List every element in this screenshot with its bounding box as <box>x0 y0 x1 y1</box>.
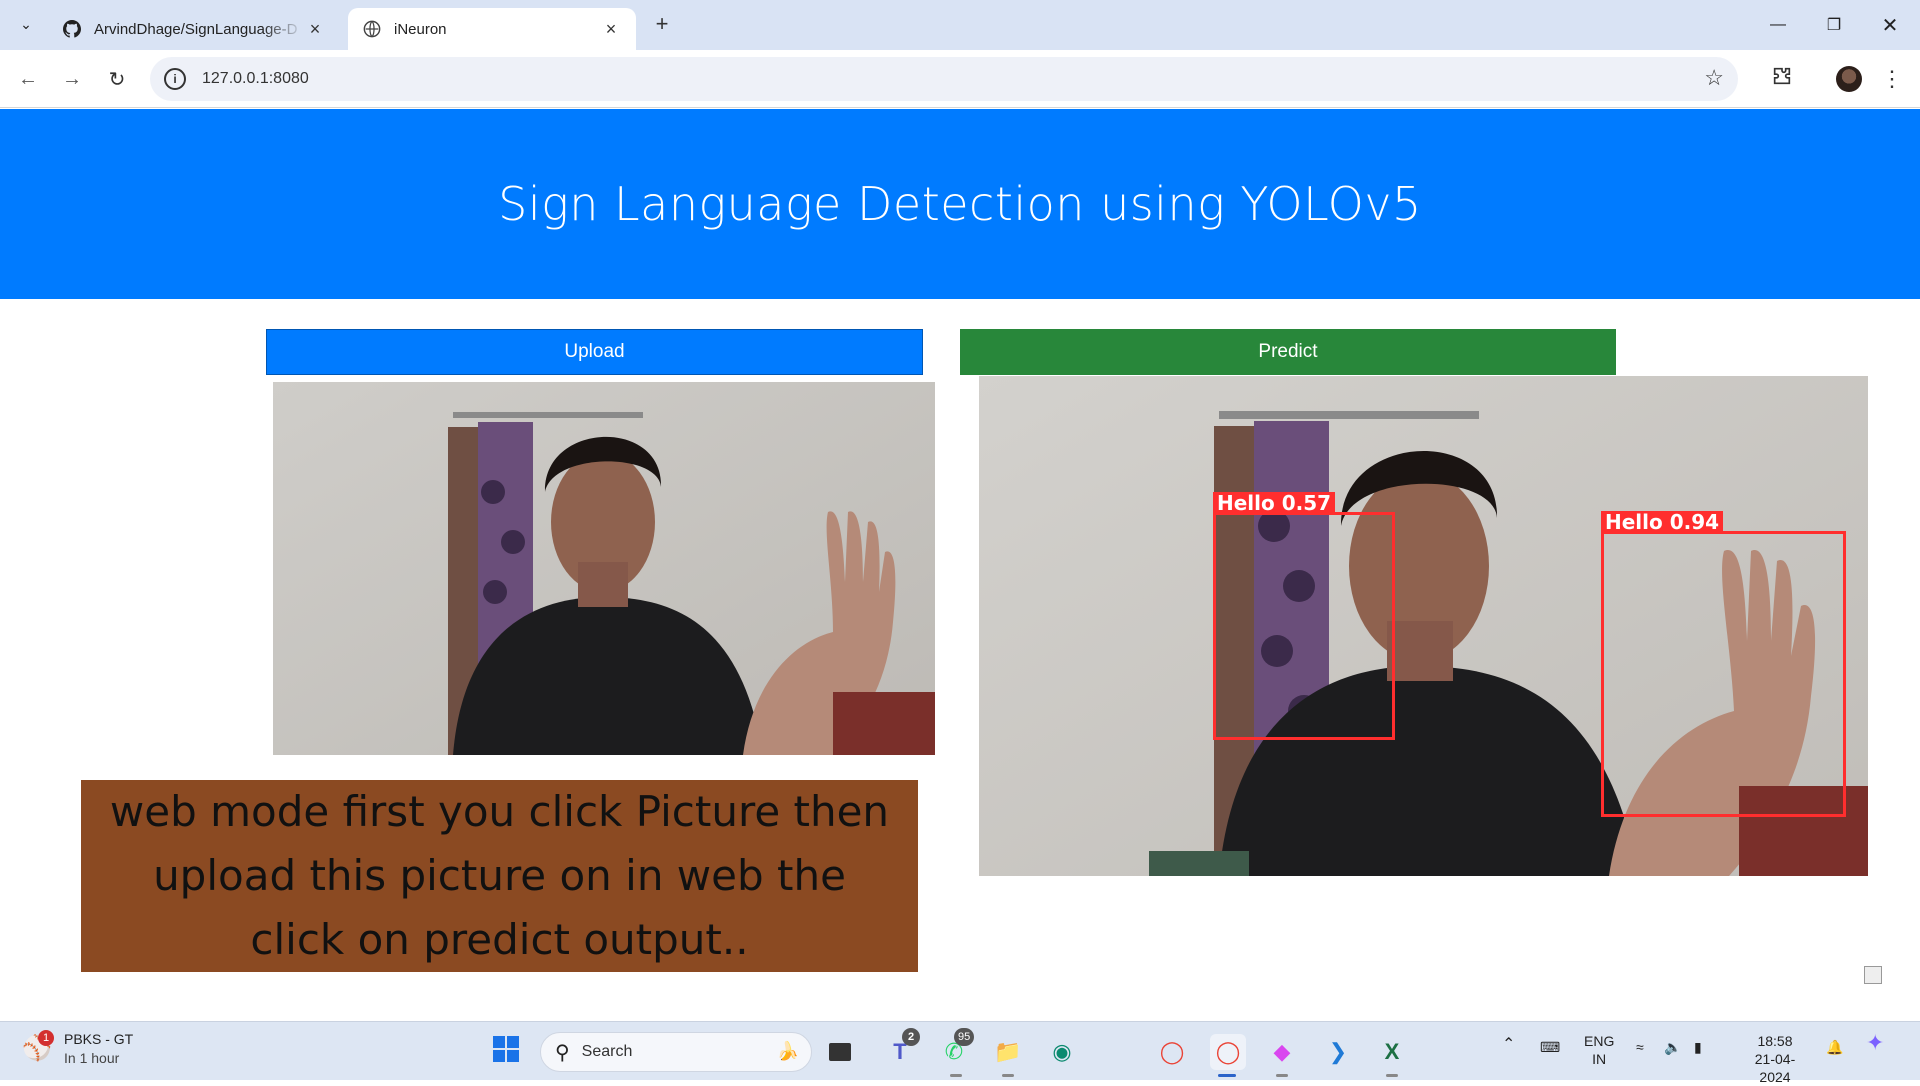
close-window-button[interactable]: ✕ <box>1862 0 1918 50</box>
detection-label: Hello 0.57 <box>1213 492 1336 514</box>
tab-search-dropdown-button[interactable]: ⌄ <box>12 10 40 38</box>
browser-menu-button[interactable]: ⋮ <box>1876 63 1908 95</box>
search-highlight-icon: 🍌 <box>776 1041 799 1061</box>
running-indicator <box>950 1074 962 1077</box>
excel-button[interactable]: X <box>1374 1034 1410 1070</box>
page-header: Sign Language Detection using YOLOv5 <box>0 109 1920 299</box>
app-button[interactable]: ◆ <box>1264 1034 1300 1070</box>
region-code: IN <box>1592 1051 1607 1067</box>
edge-icon: ◉ <box>1052 1039 1072 1064</box>
browser-toolbar: ← → ↻ i 127.0.0.1:8080 ☆ ⋮ <box>0 50 1920 108</box>
task-view-icon <box>829 1043 851 1061</box>
diamond-app-icon: ◆ <box>1273 1039 1291 1064</box>
minimize-button[interactable]: — <box>1750 0 1806 50</box>
tab-ineuron[interactable]: iNeuron × <box>348 8 636 50</box>
widget-title: PBKS - GT <box>64 1031 134 1047</box>
profile-avatar[interactable] <box>1836 66 1862 92</box>
windows-icon <box>492 1035 520 1069</box>
address-bar[interactable]: i 127.0.0.1:8080 ☆ <box>150 57 1738 101</box>
reload-icon: ↻ <box>108 68 126 91</box>
excel-icon: X <box>1384 1039 1400 1064</box>
file-explorer-button[interactable]: 📁 <box>990 1034 1026 1070</box>
github-icon <box>62 19 82 39</box>
plus-icon: + <box>655 11 669 36</box>
language-code: ENG <box>1584 1033 1615 1049</box>
page-title: Sign Language Detection using YOLOv5 <box>498 177 1422 231</box>
arrow-right-icon: → <box>62 67 82 90</box>
tab-strip: ⌄ ArvindDhage/SignLanguage-D × iNeuron ×… <box>0 0 1920 50</box>
restore-icon: ❐ <box>1826 17 1842 34</box>
language-indicator[interactable]: ENG IN <box>1584 1032 1614 1068</box>
cricket-icon: ⚾ 1 <box>22 1030 54 1064</box>
globe-icon <box>362 19 382 39</box>
folder-icon: 📁 <box>994 1039 1022 1064</box>
arrow-left-icon: ← <box>18 67 38 90</box>
url-text[interactable]: 127.0.0.1:8080 <box>202 70 309 88</box>
extensions-button[interactable] <box>1766 63 1798 95</box>
upload-button[interactable]: Upload <box>266 329 923 375</box>
running-indicator <box>1386 1074 1398 1077</box>
copilot-icon[interactable]: ✦ <box>1866 1032 1884 1054</box>
close-tab-icon[interactable]: × <box>304 18 326 40</box>
new-tab-button[interactable]: + <box>648 10 676 38</box>
whatsapp-button[interactable]: ✆ 95 <box>936 1028 975 1070</box>
detection-box <box>1213 512 1395 740</box>
detection-box <box>1601 531 1846 817</box>
active-app-indicator <box>1218 1074 1236 1077</box>
back-button[interactable]: ← <box>12 63 44 95</box>
widget-subtitle: In 1 hour <box>64 1050 120 1066</box>
close-icon: ✕ <box>1881 14 1899 37</box>
battery-icon[interactable]: ▮ <box>1694 1038 1702 1056</box>
keyboard-icon[interactable]: ⌨ <box>1540 1038 1560 1056</box>
notification-badge: 1 <box>38 1030 54 1046</box>
weather-widget[interactable]: ⚾ 1 PBKS - GT In 1 hour <box>22 1030 133 1068</box>
puzzle-icon <box>1771 65 1793 93</box>
more-vertical-icon: ⋮ <box>1881 66 1903 91</box>
chrome-button[interactable]: ◯ <box>1154 1034 1190 1070</box>
minimize-icon: — <box>1770 16 1786 33</box>
chevron-down-icon: ⌄ <box>20 15 32 32</box>
show-hidden-icons-button[interactable]: ⌃ <box>1502 1036 1515 1054</box>
running-indicator <box>1276 1074 1288 1077</box>
chrome-profile-button[interactable]: ◯ <box>1210 1034 1246 1070</box>
volume-icon[interactable]: 🔈 <box>1664 1038 1681 1056</box>
restore-button[interactable]: ❐ <box>1806 0 1862 50</box>
bookmark-star-icon[interactable]: ☆ <box>1704 67 1724 89</box>
whatsapp-badge: 95 <box>954 1028 975 1046</box>
notification-bell-icon[interactable]: 🔔 <box>1826 1038 1843 1056</box>
chrome-icon: ◯ <box>1215 1039 1241 1064</box>
teams-button[interactable]: T 2 <box>882 1028 920 1070</box>
search-label: Search <box>581 1043 633 1060</box>
uploaded-image <box>273 382 935 755</box>
forward-button[interactable]: → <box>56 63 88 95</box>
clock-date: 21-04-2024 <box>1754 1051 1796 1085</box>
edge-button[interactable]: ◉ <box>1044 1034 1080 1070</box>
clock[interactable]: 18:58 21-04-2024 <box>1744 1032 1806 1086</box>
search-icon: ⚲ <box>555 1041 570 1064</box>
reload-button[interactable]: ↻ <box>101 63 133 95</box>
clock-time: 18:58 <box>1757 1033 1793 1049</box>
chevron-up-icon: ⌃ <box>1502 1036 1516 1053</box>
broken-image-icon <box>1864 966 1882 984</box>
tab-title: iNeuron <box>394 20 447 38</box>
instruction-note: web mode first you click Picture then up… <box>81 780 918 972</box>
site-info-icon[interactable]: i <box>164 68 186 90</box>
running-indicator <box>1002 1074 1014 1077</box>
vscode-icon: ❯ <box>1328 1039 1348 1064</box>
start-button[interactable] <box>488 1034 524 1070</box>
tab-github[interactable]: ArvindDhage/SignLanguage-D × <box>48 8 340 50</box>
task-view-button[interactable] <box>822 1034 858 1070</box>
chrome-icon: ◯ <box>1159 1039 1185 1064</box>
predict-button[interactable]: Predict <box>960 329 1616 375</box>
teams-badge: 2 <box>902 1028 920 1046</box>
taskbar: ⚾ 1 PBKS - GT In 1 hour ⚲ Search 🍌 T 2 ✆… <box>0 1021 1920 1085</box>
prediction-image: Hello 0.57 Hello 0.94 <box>979 376 1868 876</box>
vscode-button[interactable]: ❯ <box>1320 1034 1356 1070</box>
close-tab-icon[interactable]: × <box>600 18 622 40</box>
tab-title: ArvindDhage/SignLanguage-D <box>94 20 298 38</box>
wifi-icon[interactable]: ≈ <box>1636 1038 1644 1056</box>
detection-label: Hello 0.94 <box>1601 511 1724 533</box>
taskbar-search[interactable]: ⚲ Search 🍌 <box>540 1032 812 1072</box>
